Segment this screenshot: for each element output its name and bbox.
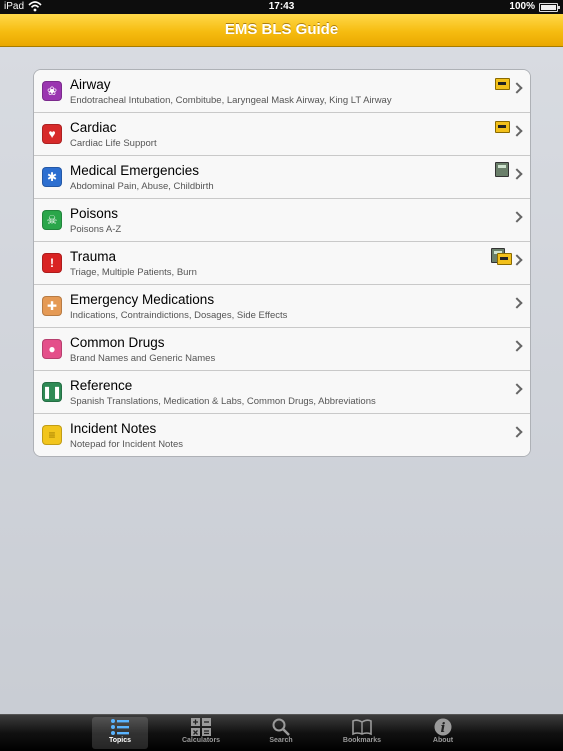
pills-icon: ● <box>42 339 62 359</box>
calculator-icon <box>495 162 509 177</box>
chevron-right-icon <box>511 125 523 137</box>
status-time: 17:43 <box>268 1 295 12</box>
page-title: EMS BLS Guide <box>224 21 339 38</box>
chevron-right-icon <box>511 426 523 438</box>
heart-icon: ♥ <box>42 124 62 144</box>
chevron-right-icon <box>511 297 523 309</box>
topic-row-cardiac[interactable]: ♥ Cardiac Cardiac Life Support <box>34 113 530 156</box>
lungs-icon: ❀ <box>42 81 62 101</box>
chevron-right-icon <box>511 168 523 180</box>
topic-row-airway[interactable]: ❀ Airway Endotracheal Intubation, Combit… <box>34 70 530 113</box>
topic-title: Airway <box>70 77 111 92</box>
search-icon <box>272 718 290 736</box>
tab-bar: Topics Calculators Search Bookmarks i Ab… <box>0 714 563 751</box>
skull-crossbones-icon: ☠ <box>42 210 62 230</box>
tab-label: Search <box>269 737 293 744</box>
battery-icon <box>539 3 560 12</box>
chevron-right-icon <box>511 340 523 352</box>
topic-subtitle: Brand Names and Generic Names <box>70 353 216 364</box>
topic-row-emergency-medications[interactable]: ✚ Emergency Medications Indications, Con… <box>34 285 530 328</box>
medication-icon: ✚ <box>42 296 62 316</box>
navigation-bar: EMS BLS Guide <box>0 14 563 47</box>
chevron-right-icon <box>511 383 523 395</box>
topic-title: Emergency Medications <box>70 292 215 307</box>
topic-subtitle: Triage, Multiple Patients, Burn <box>70 267 197 278</box>
status-bar: iPad 17:43 100% <box>0 0 563 14</box>
notepad-icon: ≡ <box>42 425 62 445</box>
topic-title: Incident Notes <box>70 421 157 436</box>
info-icon: i <box>434 718 452 736</box>
tab-search[interactable]: Search <box>253 717 309 749</box>
book-icon <box>352 719 372 736</box>
topic-title: Cardiac <box>70 120 117 135</box>
warning-icon: ! <box>42 253 62 273</box>
tab-bookmarks[interactable]: Bookmarks <box>334 717 390 749</box>
topic-subtitle: Endotracheal Intubation, Combitube, Lary… <box>70 95 392 106</box>
topic-row-trauma[interactable]: ! Trauma Triage, Multiple Patients, Burn <box>34 242 530 285</box>
topic-subtitle: Poisons A-Z <box>70 224 122 235</box>
tab-calculators[interactable]: Calculators <box>173 717 229 749</box>
topic-subtitle: Notepad for Incident Notes <box>70 439 184 450</box>
svg-text:i: i <box>441 721 446 736</box>
topic-subtitle: Indications, Contraindictions, Dosages, … <box>70 310 288 321</box>
tab-label: Bookmarks <box>342 737 382 744</box>
topic-subtitle: Abdominal Pain, Abuse, Childbirth <box>70 181 214 192</box>
bookmark-icon <box>497 253 512 265</box>
topic-title: Medical Emergencies <box>70 163 200 178</box>
tab-label: About <box>432 737 454 744</box>
chevron-right-icon <box>511 82 523 94</box>
list-icon <box>111 719 129 735</box>
topic-title: Common Drugs <box>70 335 165 350</box>
bookmark-icon <box>495 78 510 90</box>
topic-row-medical-emergencies[interactable]: ✱ Medical Emergencies Abdominal Pain, Ab… <box>34 156 530 199</box>
topic-title: Trauma <box>70 249 117 264</box>
topic-title: Poisons <box>70 206 119 221</box>
topics-list: ❀ Airway Endotracheal Intubation, Combit… <box>33 69 531 457</box>
tab-label: Calculators <box>181 737 221 744</box>
tab-about[interactable]: i About <box>415 717 471 749</box>
topic-row-poisons[interactable]: ☠ Poisons Poisons A-Z <box>34 199 530 242</box>
books-icon: ❚❚ <box>42 382 62 402</box>
tab-topics[interactable]: Topics <box>92 717 148 749</box>
topic-row-reference[interactable]: ❚❚ Reference Spanish Translations, Medic… <box>34 371 530 414</box>
topic-subtitle: Spanish Translations, Medication & Labs,… <box>70 396 376 407</box>
bookmark-icon <box>495 121 510 133</box>
star-of-life-icon: ✱ <box>42 167 62 187</box>
calculator-icon <box>191 718 211 736</box>
topic-subtitle: Cardiac Life Support <box>70 138 157 149</box>
battery-percent: 100% <box>509 1 535 12</box>
topic-title: Reference <box>70 378 133 393</box>
chevron-right-icon <box>511 211 523 223</box>
tab-label: Topics <box>108 737 132 744</box>
chevron-right-icon <box>511 254 523 266</box>
topic-row-incident-notes[interactable]: ≡ Incident Notes Notepad for Incident No… <box>34 414 530 456</box>
topic-row-common-drugs[interactable]: ● Common Drugs Brand Names and Generic N… <box>34 328 530 371</box>
